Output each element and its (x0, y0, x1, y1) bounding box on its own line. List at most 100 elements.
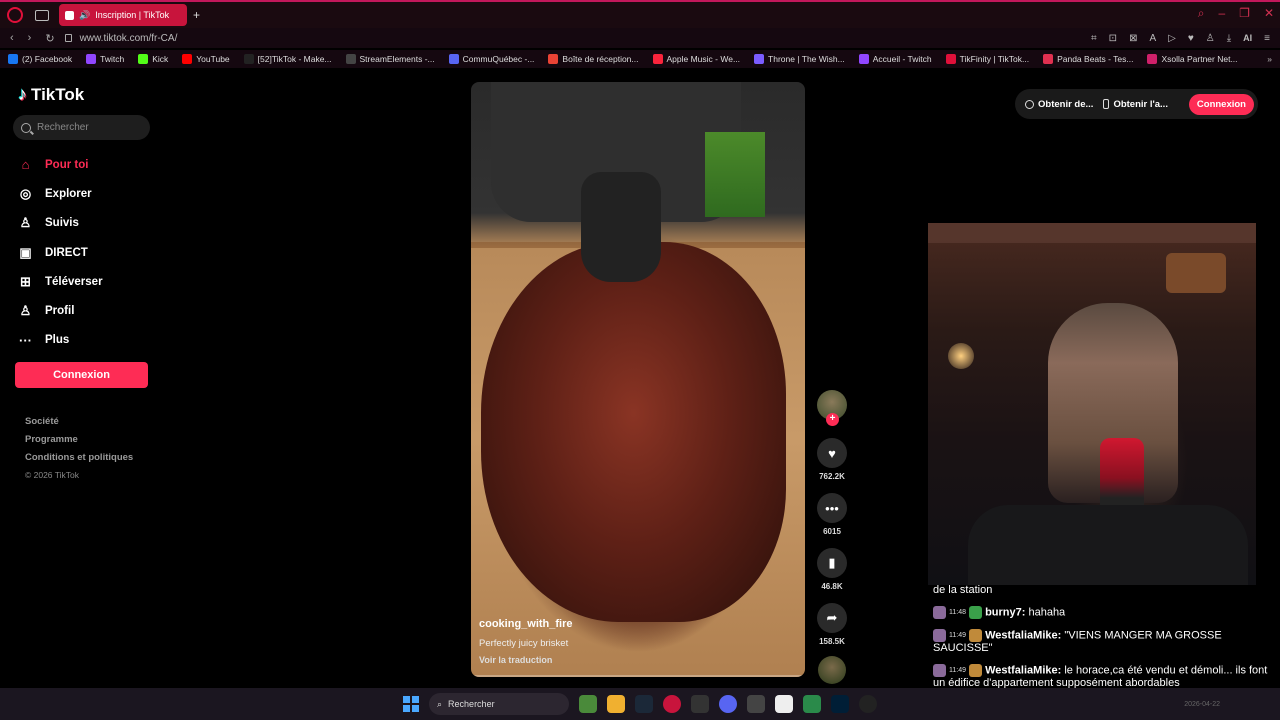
app-icon-2[interactable] (747, 695, 765, 713)
bookmark-label: Apple Music - We... (666, 54, 741, 64)
bookmark-item[interactable]: Throne | The Wish... (754, 54, 845, 64)
share-icon[interactable]: ➦ (817, 603, 847, 633)
discord-icon[interactable] (719, 695, 737, 713)
bookmark-item[interactable]: Panda Beats - Tes... (1043, 54, 1133, 64)
maximize-button[interactable]: ❐ (1239, 6, 1250, 21)
login-button[interactable]: Connexion (15, 362, 148, 388)
video-player[interactable]: cooking_with_fire Perfectly juicy briske… (471, 82, 805, 677)
widget-icon[interactable] (579, 695, 597, 713)
like-action[interactable]: ♥ 762.2K (817, 438, 847, 481)
comment-icon[interactable]: ••• (817, 493, 847, 523)
bookmark-item[interactable]: YouTube (182, 54, 230, 64)
heart-icon[interactable]: ♥ (1188, 33, 1194, 44)
photoshop-icon[interactable] (831, 695, 849, 713)
bookmark-item[interactable]: Apple Music - We... (652, 54, 741, 64)
download-icon[interactable]: ⤓ (1227, 33, 1231, 44)
active-tab[interactable]: 🔊 Inscription | TikTok (59, 4, 187, 26)
chat-badges: 11:48 (933, 606, 982, 619)
creator-avatar[interactable]: + (817, 390, 847, 426)
bookmark-label: Boîte de réception... (562, 54, 639, 64)
bookmark-item[interactable]: Boîte de réception... (548, 54, 639, 64)
profile-icon[interactable]: ♙ (1206, 33, 1215, 44)
steam-icon[interactable] (635, 695, 653, 713)
translate-icon[interactable]: A (1149, 33, 1156, 44)
crop-icon[interactable]: ⊠ (1129, 33, 1137, 44)
sidebar-item-profil[interactable]: ♙ Profil (18, 296, 103, 325)
footer-link[interactable]: Programme (25, 434, 133, 452)
bookmark-item[interactable]: CommuQuébec -... (448, 54, 534, 64)
menu-icon[interactable]: ≡ (1264, 33, 1270, 44)
translate-link[interactable]: Voir la traduction (479, 655, 573, 665)
sidebar-item-explorer[interactable]: ◎ Explorer (18, 179, 103, 208)
speaker-icon[interactable]: 🔊 (79, 10, 90, 21)
play-icon[interactable]: ▷ (1168, 33, 1176, 44)
bookmark-icon[interactable]: ▮ (817, 548, 847, 578)
workspace-icon[interactable] (35, 9, 49, 21)
tiktok-note-icon: ♪ (18, 84, 27, 104)
obs-icon[interactable] (859, 695, 877, 713)
footer-link[interactable]: Société (25, 416, 133, 434)
follow-plus-icon[interactable]: + (826, 413, 839, 426)
bookmark-item[interactable]: Xsolla Partner Net... (1147, 54, 1238, 64)
bookmark-item[interactable]: TikFinity | TikTok... (945, 54, 1029, 64)
ai-button[interactable]: AI (1243, 33, 1252, 43)
bookmarks-overflow-icon[interactable]: » (1267, 54, 1272, 64)
chat-text: hahaha (1028, 606, 1066, 619)
sidebar-item-direct[interactable]: ▣ DIRECT (18, 238, 103, 267)
sidebar-item-label: Téléverser (45, 275, 103, 288)
video-progress-bar[interactable] (471, 675, 805, 677)
reload-icon[interactable]: ↻ (45, 32, 54, 45)
app-icon[interactable] (691, 695, 709, 713)
new-tab-button[interactable]: + (193, 8, 200, 22)
chat-badges: 11:49 (933, 664, 982, 677)
search-tabs-icon[interactable]: ⌕ (1198, 6, 1205, 21)
bookmark-item[interactable]: Kick (138, 54, 168, 64)
sidebar-item-label: DIRECT (45, 246, 88, 259)
sidebar-item-label: Suivis (45, 217, 79, 230)
bookmark-item[interactable]: Twitch (86, 54, 124, 64)
bookmark-favicon-icon (1043, 54, 1054, 64)
chat-time: 11:48 (949, 608, 966, 616)
top-login-button[interactable]: Connexion (1188, 93, 1254, 115)
get-coins-button[interactable]: Obtenir de... (1025, 99, 1093, 110)
heart-icon[interactable]: ♥ (817, 438, 847, 468)
tiktok-logo[interactable]: ♪ TikTok (18, 84, 84, 105)
chat-username[interactable]: burny7: (985, 606, 1025, 618)
music-disc-avatar[interactable] (818, 656, 846, 684)
bookmark-favicon-icon (138, 54, 149, 64)
chat-username[interactable]: WestfaliaMike: (985, 629, 1061, 641)
opera-logo-icon[interactable] (7, 7, 23, 23)
chat-message: 11:49 WestfaliaMike: "VIENS MANGER MA GR… (933, 629, 1278, 654)
sidebar-item-pour-toi[interactable]: ⌂ Pour toi (18, 150, 103, 179)
sidebar-item-plus[interactable]: ··· Plus (18, 326, 103, 355)
video-author[interactable]: cooking_with_fire (479, 618, 573, 630)
save-action[interactable]: ▮ 46.8K (817, 548, 847, 591)
url-field[interactable]: www.tiktok.com/fr-CA/ (80, 33, 178, 44)
forward-icon[interactable]: › (28, 32, 32, 45)
share-action[interactable]: ➦ 158.5K (817, 603, 847, 646)
search-input[interactable]: Rechercher (13, 115, 150, 140)
bookmark-item[interactable]: StreamElements -... (345, 54, 435, 64)
notepad-icon[interactable] (775, 695, 793, 713)
footer-link[interactable]: Conditions et politiques (25, 452, 133, 470)
close-button[interactable]: ✕ (1264, 6, 1274, 21)
sidebar-item-suivis[interactable]: ♙ Suivis (18, 209, 103, 238)
app-icon-3[interactable] (803, 695, 821, 713)
minimize-button[interactable]: – (1218, 6, 1225, 21)
windows-start-icon[interactable] (403, 696, 419, 712)
taskbar-search-input[interactable]: ⌕ Rechercher (429, 693, 569, 715)
opera-gx-icon[interactable] (663, 695, 681, 713)
bookmark-item[interactable]: (2) Facebook (8, 54, 72, 64)
screenshot-icon[interactable]: ⊡ (1109, 33, 1117, 44)
copyright: © 2026 TikTok (25, 470, 79, 480)
get-app-button[interactable]: Obtenir l'a... (1103, 99, 1168, 110)
back-icon[interactable]: ‹ (10, 32, 14, 45)
chat-line-partial: de la station (933, 584, 993, 596)
chat-username[interactable]: WestfaliaMike: (985, 664, 1061, 676)
file-explorer-icon[interactable] (607, 695, 625, 713)
snapshot-icon[interactable]: ⌗ (1091, 33, 1097, 44)
bookmark-item[interactable]: Accueil - Twitch (858, 54, 932, 64)
comment-action[interactable]: ••• 6015 (817, 493, 847, 536)
bookmark-item[interactable]: [52]TikTok - Make... (243, 54, 332, 64)
sidebar-item-téléverser[interactable]: ⊞ Téléverser (18, 267, 103, 296)
